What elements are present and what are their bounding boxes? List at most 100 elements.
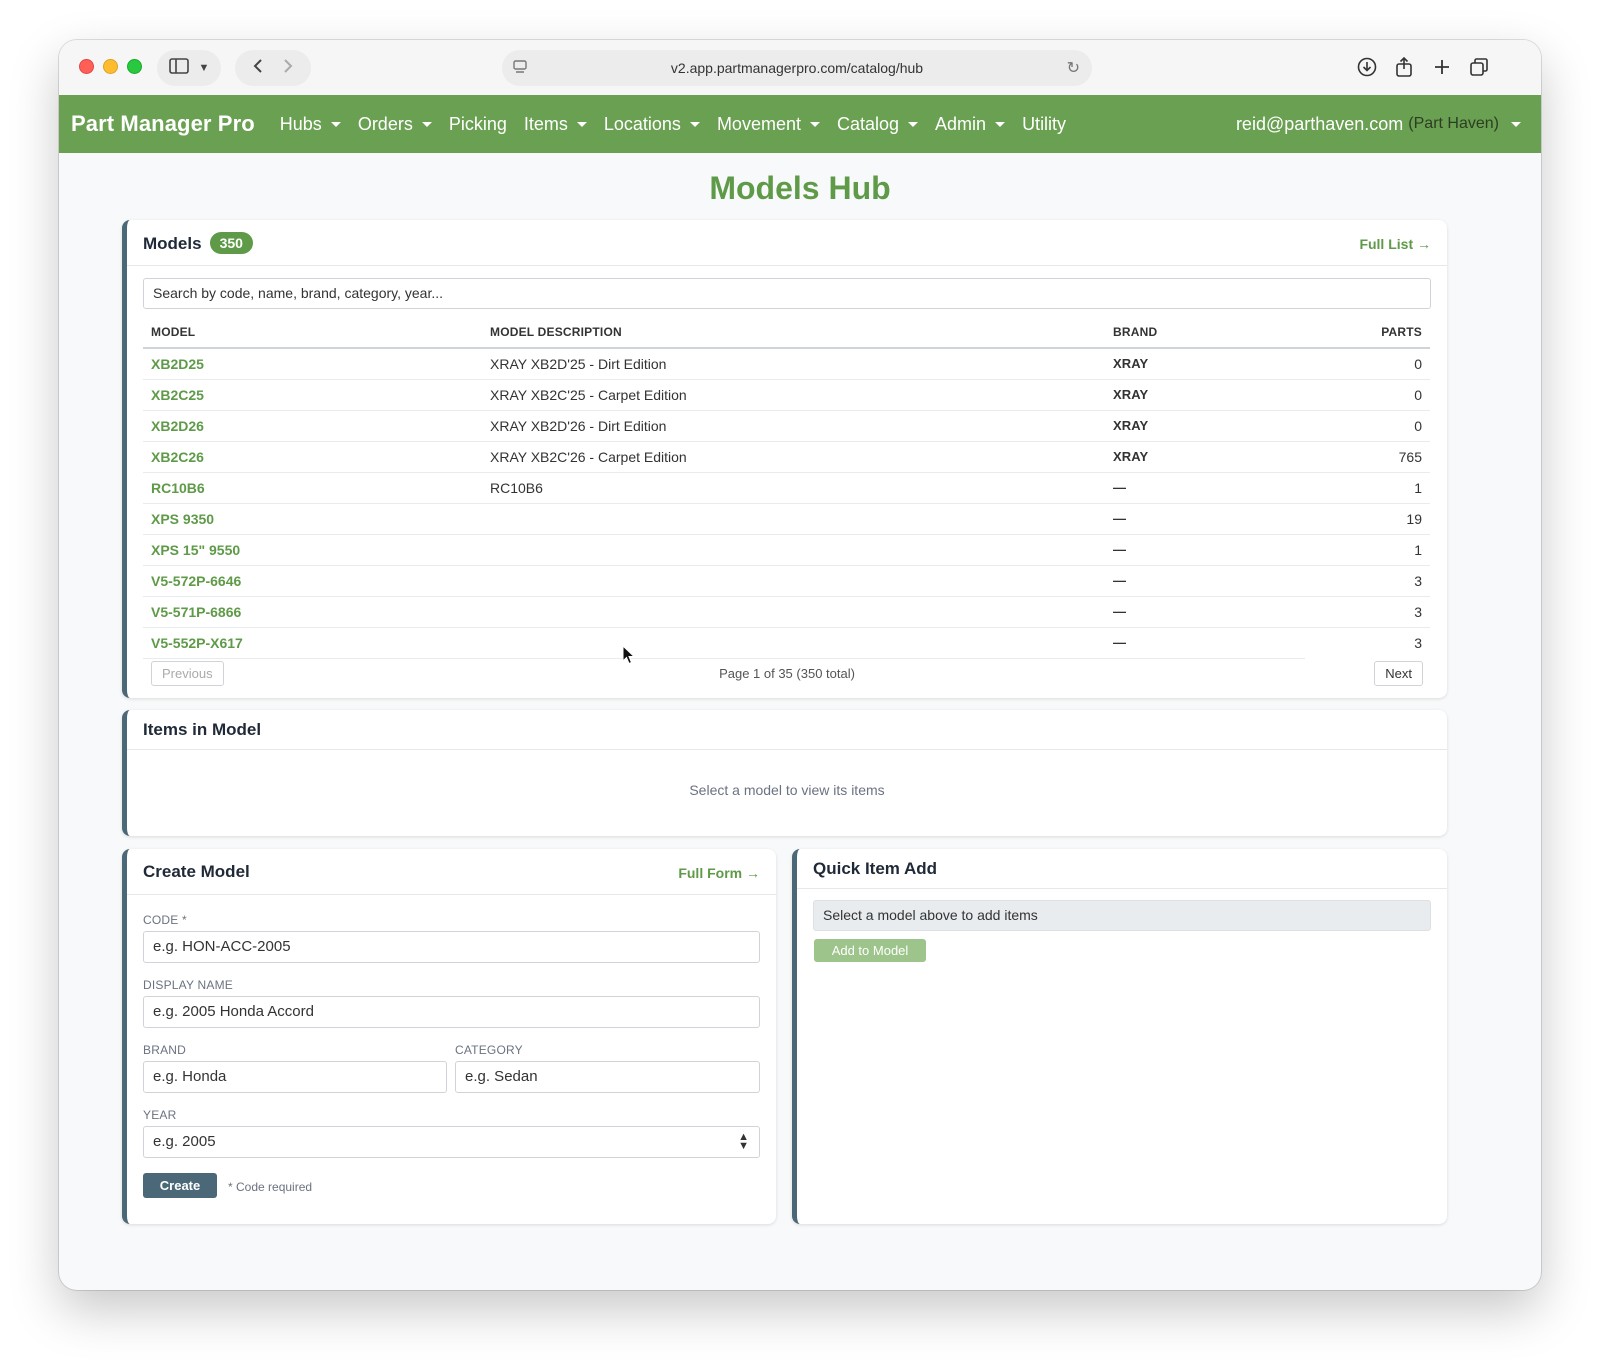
col-brand[interactable]: BRAND xyxy=(1105,317,1305,349)
address-bar[interactable]: v2.app.partmanagerpro.com/catalog/hub ↻ xyxy=(502,50,1092,86)
stepper-icon[interactable]: ▲ ▼ xyxy=(738,1132,749,1152)
nav-admin[interactable]: Admin xyxy=(935,114,1006,135)
code-placeholder: e.g. HON-ACC-2005 xyxy=(153,938,291,955)
create-button[interactable]: Create xyxy=(143,1173,217,1198)
nav-catalog[interactable]: Catalog xyxy=(837,114,919,135)
model-code-link[interactable]: XB2C26 xyxy=(143,441,482,473)
user-email: reid@parthaven.com xyxy=(1235,113,1404,134)
user-org: (Part Haven) xyxy=(1408,115,1499,132)
nav-movement[interactable]: Movement xyxy=(717,114,820,135)
nav-hubs[interactable]: Hubs xyxy=(280,114,341,135)
download-icon[interactable] xyxy=(1354,54,1380,80)
sidebar-toggle-button[interactable]: ▼ xyxy=(157,50,221,86)
model-description xyxy=(482,596,1105,628)
col-model[interactable]: MODEL xyxy=(143,317,482,349)
table-row[interactable]: V5-552P-X617 — 3 xyxy=(143,627,1430,659)
nav-items[interactable]: Items xyxy=(524,114,587,135)
full-form-link[interactable]: Full Form → xyxy=(678,865,760,881)
table-row[interactable]: RC10B6 RC10B6—1 xyxy=(143,472,1430,504)
model-parts: 3 xyxy=(1305,565,1430,597)
model-description: XRAY XB2D'26 - Dirt Edition xyxy=(482,410,1105,442)
model-brand: XRAY xyxy=(1105,410,1305,442)
table-row[interactable]: XB2C25 XRAY XB2C'25 - Carpet Edition XRAY 0 xyxy=(143,379,1430,411)
models-count-badge: 350 xyxy=(209,232,253,254)
items-empty-message: Select a model to view its items xyxy=(689,782,885,798)
table-row[interactable]: V5-572P-6646 —3 xyxy=(143,565,1430,597)
brand-field[interactable]: e.g. Honda xyxy=(143,1061,447,1093)
nav-orders-label: Orders xyxy=(357,113,413,134)
models-card-title: Models 350 xyxy=(143,232,253,254)
models-card-header: Models 350 Full List → xyxy=(127,220,1447,266)
close-window-button[interactable] xyxy=(79,59,94,74)
history-nav-group xyxy=(235,50,311,86)
table-row[interactable]: XB2D25 XRAY XB2D'25 - Dirt Edition XRAY 0 xyxy=(143,348,1430,380)
page-settings-icon[interactable] xyxy=(512,59,528,75)
nav-items-label: Items xyxy=(523,113,568,134)
year-field[interactable]: e.g. 2005 ▲ ▼ xyxy=(143,1126,760,1158)
nav-orders[interactable]: Orders xyxy=(358,114,432,135)
display-name-placeholder: e.g. 2005 Honda Accord xyxy=(153,1003,314,1020)
model-parts: 3 xyxy=(1414,634,1422,651)
table-row[interactable]: XB2D26 XRAY XB2D'26 - Dirt Edition XRAY 0 xyxy=(143,410,1430,442)
items-in-model-card: Items in Model Select a model to view it… xyxy=(122,710,1447,836)
app-brand[interactable]: Part Manager Pro xyxy=(71,111,255,137)
next-page-button[interactable]: Next xyxy=(1374,661,1423,686)
model-description xyxy=(482,534,1105,566)
user-menu[interactable]: reid@parthaven.com (Part Haven) xyxy=(1236,95,1521,153)
model-parts: 1 xyxy=(1305,534,1430,566)
model-code-link[interactable]: XB2C25 xyxy=(143,379,482,411)
model-code-link[interactable]: XPS 9350 xyxy=(143,503,482,535)
caret-down-icon xyxy=(421,121,432,127)
full-list-link[interactable]: Full List → xyxy=(1359,236,1431,252)
share-icon[interactable] xyxy=(1391,54,1417,80)
browser-window: ▼ v2.app.partmanagerpro.com/catalog/hub … xyxy=(59,40,1541,1290)
model-code-link[interactable]: V5-552P-X617 xyxy=(143,627,482,659)
model-code-link[interactable]: RC10B6 xyxy=(143,472,482,504)
chevron-down-icon: ▼ xyxy=(198,62,210,74)
forward-icon[interactable] xyxy=(283,58,293,79)
nav-picking-label: Picking xyxy=(448,113,507,134)
table-row[interactable]: XPS 15" 9550 —1 xyxy=(143,534,1430,566)
table-row[interactable]: V5-571P-6866 —3 xyxy=(143,596,1430,628)
add-to-model-button[interactable]: Add to Model xyxy=(814,939,926,962)
sidebar-icon xyxy=(168,57,189,79)
model-code-link[interactable]: XB2D26 xyxy=(143,410,482,442)
model-parts: 3 xyxy=(1305,596,1430,628)
col-parts[interactable]: PARTS xyxy=(1305,317,1430,349)
create-card-header: Create Model Full Form → xyxy=(127,849,776,895)
year-placeholder: e.g. 2005 xyxy=(153,1133,216,1150)
browser-toolbar: ▼ v2.app.partmanagerpro.com/catalog/hub … xyxy=(59,40,1541,95)
model-brand: — xyxy=(1105,472,1305,504)
model-parts: 0 xyxy=(1305,348,1430,380)
reload-icon[interactable]: ↻ xyxy=(1067,58,1080,78)
display-name-field[interactable]: e.g. 2005 Honda Accord xyxy=(143,996,760,1028)
model-brand: XRAY xyxy=(1105,348,1305,380)
model-description xyxy=(482,627,1105,659)
quick-add-card-title: Quick Item Add xyxy=(813,859,938,878)
maximize-window-button[interactable] xyxy=(127,59,142,74)
nav-utility[interactable]: Utility xyxy=(1022,114,1066,135)
model-code-link[interactable]: V5-571P-6866 xyxy=(143,596,482,628)
model-code-link[interactable]: V5-572P-6646 xyxy=(143,565,482,597)
nav-picking[interactable]: Picking xyxy=(449,114,507,135)
nav-locations[interactable]: Locations xyxy=(604,114,700,135)
model-brand: — xyxy=(1105,565,1305,597)
model-code-link[interactable]: XB2D25 xyxy=(143,348,482,380)
models-search-input[interactable]: Search by code, name, brand, category, y… xyxy=(143,278,1431,309)
back-icon[interactable] xyxy=(253,58,263,79)
tab-overview-icon[interactable] xyxy=(1466,54,1492,80)
display-name-label: DISPLAY NAME xyxy=(143,978,233,992)
model-brand: — xyxy=(1105,503,1305,535)
table-row[interactable]: XPS 9350 —19 xyxy=(143,503,1430,535)
code-required-hint: * Code required xyxy=(228,1180,313,1194)
col-description[interactable]: MODEL DESCRIPTION xyxy=(482,317,1105,349)
new-tab-icon[interactable] xyxy=(1429,54,1455,80)
model-code-link[interactable]: XPS 15" 9550 xyxy=(143,534,482,566)
caret-down-icon xyxy=(689,121,700,127)
code-field[interactable]: e.g. HON-ACC-2005 xyxy=(143,931,760,963)
search-placeholder: Search by code, name, brand, category, y… xyxy=(153,285,444,301)
table-row[interactable]: XB2C26 XRAY XB2C'26 - Carpet Edition XRAY 7… xyxy=(143,441,1430,473)
minimize-window-button[interactable] xyxy=(103,59,118,74)
category-field[interactable]: e.g. Sedan xyxy=(455,1061,760,1093)
item-select[interactable]: Select a model above to add items xyxy=(813,900,1431,931)
